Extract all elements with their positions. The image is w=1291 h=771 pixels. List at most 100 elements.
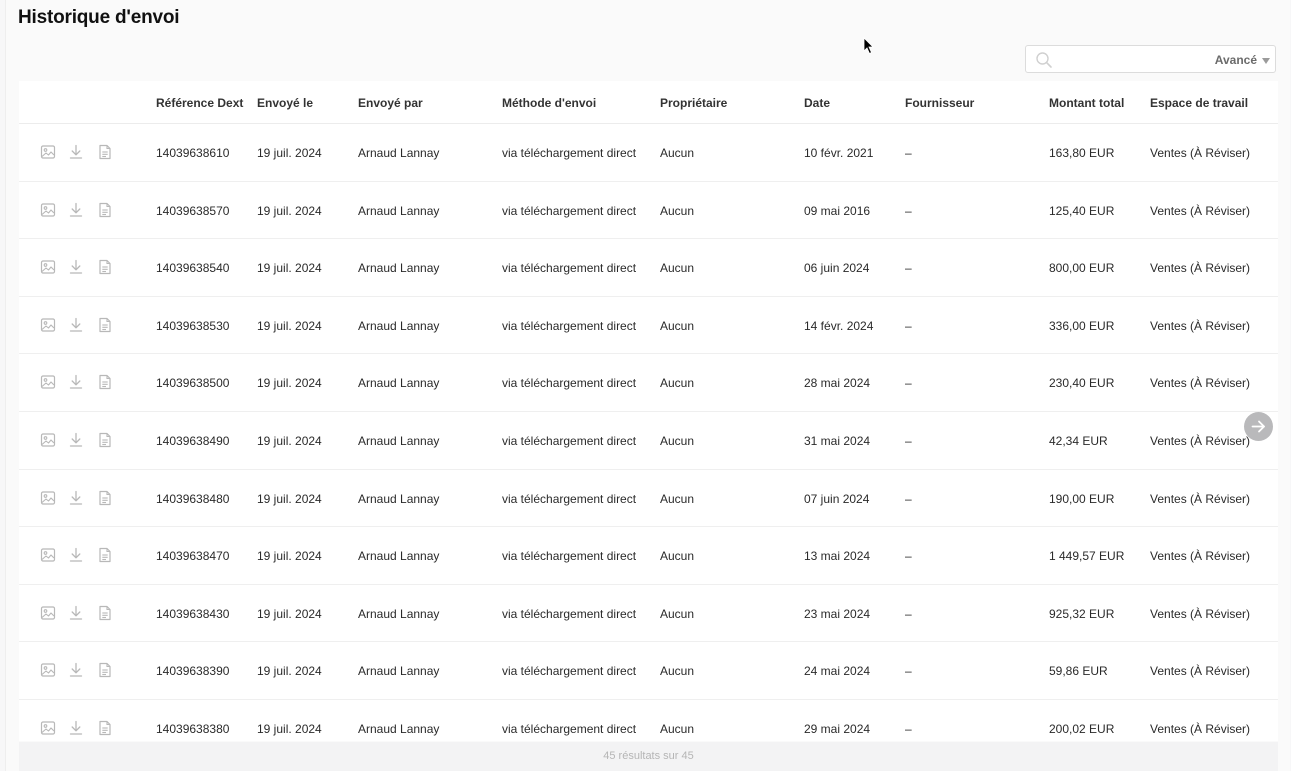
- cell-supplier: –: [905, 491, 912, 506]
- table-row[interactable]: 14039638500 19 juil. 2024 Arnaud Lannay via…: [19, 354, 1278, 412]
- cell-workspace: Ventes (À Réviser): [1150, 664, 1251, 679]
- column-header-owner[interactable]: Propriétaire: [660, 96, 727, 110]
- document-icon[interactable]: [97, 374, 113, 390]
- cell-workspace: Ventes (À Réviser): [1150, 318, 1251, 333]
- cell-date: 23 mai 2024: [804, 606, 871, 621]
- cell-total: 163,80 EUR: [1049, 146, 1115, 160]
- cell-sent-on: 19 juil. 2024: [257, 318, 322, 333]
- document-icon[interactable]: [97, 662, 113, 678]
- image-preview-icon[interactable]: [40, 720, 56, 736]
- column-header-workspace[interactable]: Espace de travail: [1150, 96, 1248, 110]
- arrow-right-icon: [1251, 420, 1265, 433]
- column-header-date[interactable]: Date: [804, 96, 830, 110]
- download-icon[interactable]: [68, 547, 84, 563]
- cell-method: via téléchargement direct: [502, 434, 637, 448]
- cell-ref: 14039638390: [156, 664, 230, 679]
- cell-method: via téléchargement direct: [502, 261, 637, 276]
- cell-method: via téléchargement direct: [502, 146, 637, 160]
- cell-ref: 14039638380: [156, 722, 230, 736]
- download-icon[interactable]: [68, 490, 84, 506]
- document-icon[interactable]: [97, 317, 113, 333]
- image-preview-icon[interactable]: [40, 144, 56, 160]
- page: Historique d'envoi Avancé Référence Dext…: [0, 0, 1291, 771]
- cell-sent-by: Arnaud Lannay: [358, 549, 440, 564]
- table-row[interactable]: 14039638540 19 juil. 2024 Arnaud Lannay via…: [19, 239, 1278, 297]
- cell-supplier: –: [905, 203, 912, 218]
- cell-supplier: –: [905, 664, 912, 679]
- results-footer: 45 résultats sur 45: [19, 742, 1278, 771]
- cell-method: via téléchargement direct: [502, 491, 637, 506]
- cell-owner: Aucun: [660, 318, 695, 333]
- image-preview-icon[interactable]: [40, 259, 56, 275]
- download-icon[interactable]: [68, 662, 84, 678]
- download-icon[interactable]: [68, 720, 84, 736]
- cell-total: 190,00 EUR: [1049, 491, 1115, 506]
- column-header-sent-on[interactable]: Envoyé le: [257, 96, 313, 110]
- cell-date: 07 juin 2024: [804, 491, 870, 506]
- table-row[interactable]: 14039638530 19 juil. 2024 Arnaud Lannay via…: [19, 297, 1278, 355]
- cell-supplier: –: [905, 722, 912, 736]
- cell-supplier: –: [905, 549, 912, 564]
- download-icon[interactable]: [68, 432, 84, 448]
- image-preview-icon[interactable]: [40, 317, 56, 333]
- search-bar[interactable]: Avancé: [1025, 45, 1276, 73]
- column-header-method[interactable]: Méthode d'envoi: [502, 96, 596, 110]
- next-page-button[interactable]: [1244, 412, 1273, 441]
- column-header-total[interactable]: Montant total: [1049, 96, 1124, 110]
- document-icon[interactable]: [97, 259, 113, 275]
- cell-supplier: –: [905, 606, 912, 621]
- advanced-search-dropdown[interactable]: Avancé: [1215, 53, 1270, 67]
- image-preview-icon[interactable]: [40, 374, 56, 390]
- cell-date: 09 mai 2016: [804, 203, 871, 218]
- cell-method: via téléchargement direct: [502, 203, 637, 218]
- document-icon[interactable]: [97, 547, 113, 563]
- image-preview-icon[interactable]: [40, 202, 56, 218]
- cell-ref: 14039638500: [156, 376, 230, 391]
- table-row[interactable]: 14039638610 19 juil. 2024 Arnaud Lannay via…: [19, 124, 1278, 182]
- search-input[interactable]: [1060, 50, 1210, 70]
- table-row[interactable]: 14039638480 19 juil. 2024 Arnaud Lannay via…: [19, 470, 1278, 528]
- cell-ref: 14039638480: [156, 491, 230, 506]
- cell-sent-on: 19 juil. 2024: [257, 203, 322, 218]
- cell-ref: 14039638490: [156, 434, 230, 448]
- document-icon[interactable]: [97, 605, 113, 621]
- document-icon[interactable]: [97, 432, 113, 448]
- cell-total: 336,00 EUR: [1049, 318, 1115, 333]
- cell-workspace: Ventes (À Réviser): [1150, 146, 1251, 160]
- cell-owner: Aucun: [660, 376, 695, 391]
- table-row[interactable]: 14039638390 19 juil. 2024 Arnaud Lannay via…: [19, 642, 1278, 700]
- image-preview-icon[interactable]: [40, 662, 56, 678]
- table-row[interactable]: 14039638490 19 juil. 2024 Arnaud Lannay via…: [19, 412, 1278, 470]
- download-icon[interactable]: [68, 202, 84, 218]
- document-icon[interactable]: [97, 202, 113, 218]
- download-icon[interactable]: [68, 259, 84, 275]
- download-icon[interactable]: [68, 605, 84, 621]
- cell-workspace: Ventes (À Réviser): [1150, 261, 1251, 276]
- column-header-sent-by[interactable]: Envoyé par: [358, 96, 423, 110]
- cell-supplier: –: [905, 376, 912, 391]
- cell-date: 29 mai 2024: [804, 722, 871, 736]
- download-icon[interactable]: [68, 317, 84, 333]
- image-preview-icon[interactable]: [40, 490, 56, 506]
- history-table: Référence Dext Envoyé le Envoyé par Méth…: [19, 81, 1278, 741]
- document-icon[interactable]: [97, 720, 113, 736]
- download-icon[interactable]: [68, 374, 84, 390]
- column-header-supplier[interactable]: Fournisseur: [905, 96, 974, 110]
- table-row[interactable]: 14039638380 19 juil. 2024 Arnaud Lannay via…: [19, 700, 1278, 741]
- table-row[interactable]: 14039638570 19 juil. 2024 Arnaud Lannay via…: [19, 182, 1278, 240]
- image-preview-icon[interactable]: [40, 432, 56, 448]
- image-preview-icon[interactable]: [40, 605, 56, 621]
- cell-total: 230,40 EUR: [1049, 376, 1115, 391]
- table-row[interactable]: 14039638430 19 juil. 2024 Arnaud Lannay via…: [19, 585, 1278, 643]
- cell-workspace: Ventes (À Réviser): [1150, 376, 1251, 391]
- document-icon[interactable]: [97, 490, 113, 506]
- cell-workspace: Ventes (À Réviser): [1150, 606, 1251, 621]
- table-row[interactable]: 14039638470 19 juil. 2024 Arnaud Lannay via…: [19, 527, 1278, 585]
- download-icon[interactable]: [68, 144, 84, 160]
- document-icon[interactable]: [97, 144, 113, 160]
- image-preview-icon[interactable]: [40, 547, 56, 563]
- cell-sent-by: Arnaud Lannay: [358, 722, 440, 736]
- cell-total: 800,00 EUR: [1049, 261, 1115, 276]
- cell-ref: 14039638430: [156, 606, 230, 621]
- column-header-ref[interactable]: Référence Dext: [156, 96, 243, 110]
